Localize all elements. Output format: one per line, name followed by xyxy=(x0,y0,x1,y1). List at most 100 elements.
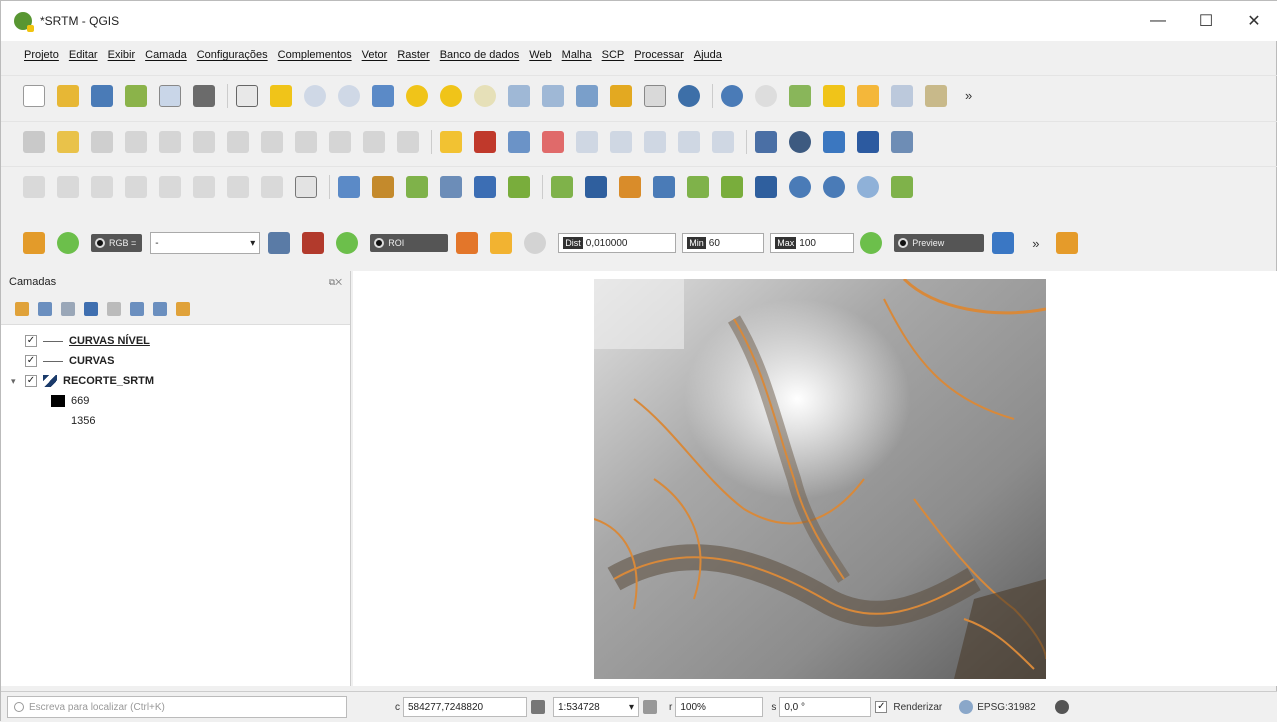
add-arcgis-icon[interactable] xyxy=(823,175,845,198)
filter-legend-icon[interactable] xyxy=(84,301,98,316)
toolbar-overflow-icon[interactable]: » xyxy=(965,88,972,103)
coordinate-field[interactable]: 584277,7248820 xyxy=(403,697,527,717)
menu-vetor[interactable]: Vetor xyxy=(357,45,393,65)
map-canvas[interactable] xyxy=(353,271,1277,686)
add-wcs-icon[interactable] xyxy=(721,175,743,198)
zoom-preview-icon[interactable] xyxy=(860,232,883,254)
save-as-icon[interactable] xyxy=(125,84,147,107)
diagram-tool-icon[interactable] xyxy=(474,130,496,153)
add-wms-icon[interactable] xyxy=(653,175,675,198)
zoom-roi-icon[interactable] xyxy=(336,232,359,254)
database-icon[interactable] xyxy=(755,130,777,153)
delete-selected-icon[interactable] xyxy=(227,130,249,153)
menu-web[interactable]: Web xyxy=(524,45,556,65)
dist-spinbox[interactable]: Dist 0,010000 xyxy=(558,233,677,253)
min-spinbox[interactable]: Min 60 xyxy=(682,233,765,253)
create-roi-icon[interactable] xyxy=(456,232,479,254)
add-spatialite-icon[interactable] xyxy=(440,175,462,198)
undo-icon[interactable] xyxy=(363,130,385,153)
render-checkbox[interactable]: ✓ xyxy=(875,701,888,713)
grid-icon[interactable] xyxy=(295,175,317,198)
rotate-label-icon[interactable] xyxy=(610,130,632,153)
attribute-table-icon[interactable] xyxy=(789,84,811,107)
add-virtual-layer-icon[interactable] xyxy=(508,175,530,198)
add-xyz-icon[interactable] xyxy=(789,175,811,198)
redo-roi-icon[interactable] xyxy=(524,232,547,254)
highlight-labels-icon[interactable] xyxy=(542,130,564,153)
close-button[interactable]: ✕ xyxy=(1230,1,1277,41)
rotation-field[interactable]: 0,0 ° xyxy=(779,697,872,717)
srtm-raster-map[interactable] xyxy=(594,279,1046,679)
max-spinbox[interactable]: Max 100 xyxy=(770,233,855,253)
split-features-icon[interactable] xyxy=(227,175,249,198)
crs-globe-icon[interactable] xyxy=(959,700,974,714)
toolbar-overflow-icon[interactable]: » xyxy=(1032,236,1039,251)
statistics-icon[interactable] xyxy=(823,84,845,107)
identify-icon[interactable] xyxy=(721,84,743,107)
help-book-icon[interactable] xyxy=(857,130,879,153)
show-bookmarks-icon[interactable] xyxy=(644,84,666,107)
add-vector-layer-icon[interactable] xyxy=(338,175,360,198)
paste-features-icon[interactable] xyxy=(329,130,351,153)
menu-raster[interactable]: Raster xyxy=(392,45,434,65)
layer-name[interactable]: CURVAS NÍVEL xyxy=(69,335,150,347)
add-delimited-text-icon[interactable] xyxy=(406,175,428,198)
open-project-icon[interactable] xyxy=(57,84,79,107)
enable-snapping-icon[interactable] xyxy=(159,175,181,198)
scp-dock-icon[interactable] xyxy=(23,232,45,254)
change-label-icon[interactable] xyxy=(644,130,666,153)
add-wfs-icon[interactable] xyxy=(687,175,709,198)
new-shapefile-icon[interactable] xyxy=(551,175,573,198)
db-manager-icon[interactable] xyxy=(789,130,811,153)
filter-expression-icon[interactable] xyxy=(107,301,121,316)
maximize-button[interactable]: ☐ xyxy=(1182,1,1230,41)
zoom-in-icon[interactable] xyxy=(304,84,326,107)
bookmark-icon[interactable] xyxy=(610,84,632,107)
new-project-icon[interactable] xyxy=(23,84,45,107)
move-label-icon[interactable] xyxy=(576,130,598,153)
new-virtual-layer-icon[interactable] xyxy=(891,175,913,198)
menu-banco-de-dados[interactable]: Banco de dados xyxy=(435,45,525,65)
menu-malha[interactable]: Malha xyxy=(557,45,597,65)
menu-complementos[interactable]: Complementos xyxy=(273,45,357,65)
zoom-out-icon[interactable] xyxy=(338,84,360,107)
zoom-native-icon[interactable] xyxy=(474,84,496,107)
open-field-calculator-icon[interactable] xyxy=(891,84,913,107)
zoom-full-icon[interactable] xyxy=(372,84,394,107)
menu-scp[interactable]: SCP xyxy=(597,45,630,65)
layer-visibility-checkbox[interactable]: ✓ xyxy=(25,375,37,387)
refresh-icon[interactable] xyxy=(678,84,700,107)
preview-toggle[interactable]: Preview xyxy=(894,234,985,252)
label-tool-icon[interactable] xyxy=(440,130,462,153)
measure-icon[interactable] xyxy=(755,84,777,107)
save-project-icon[interactable] xyxy=(91,84,113,107)
plugin-icon[interactable] xyxy=(891,130,913,153)
add-raster-layer-icon[interactable] xyxy=(372,175,394,198)
zoom-layer-icon[interactable] xyxy=(440,84,462,107)
manage-themes-icon[interactable] xyxy=(61,301,75,316)
new-temp-layer-icon[interactable] xyxy=(619,175,641,198)
toggle-extents-icon[interactable] xyxy=(531,700,545,714)
collapse-arrow-icon[interactable]: ▾ xyxy=(11,376,25,387)
add-mesh-layer-icon[interactable] xyxy=(755,175,777,198)
label-options-icon[interactable] xyxy=(712,130,734,153)
local-cumulative-stretch-icon[interactable] xyxy=(302,232,325,254)
activate-roi-pointer-icon[interactable] xyxy=(490,232,513,254)
deselect-icon[interactable] xyxy=(857,84,879,107)
new-map-view-icon[interactable] xyxy=(576,84,598,107)
zoom-last-icon[interactable] xyxy=(508,84,530,107)
topology-icon[interactable] xyxy=(91,175,113,198)
scale-field[interactable]: 1:534728 ▾ xyxy=(553,697,639,717)
save-edits-icon[interactable] xyxy=(91,130,113,153)
collapse-all-icon[interactable] xyxy=(153,301,167,316)
locator-search-input[interactable]: Escreva para localizar (Ctrl+K) xyxy=(7,696,347,718)
crs-label[interactable]: EPSG:31982 xyxy=(977,702,1035,713)
layer-visibility-checkbox[interactable]: ✓ xyxy=(25,335,37,347)
band-combo[interactable]: - ▾ xyxy=(150,232,261,254)
lock-scale-icon[interactable] xyxy=(643,700,657,714)
show-input-icon[interactable] xyxy=(268,232,291,254)
pan-hand-icon[interactable] xyxy=(236,84,258,107)
roi-toggle[interactable]: ROI xyxy=(370,234,449,252)
calculator-icon[interactable] xyxy=(1055,232,1078,254)
zoom-selection-icon[interactable] xyxy=(406,84,428,107)
